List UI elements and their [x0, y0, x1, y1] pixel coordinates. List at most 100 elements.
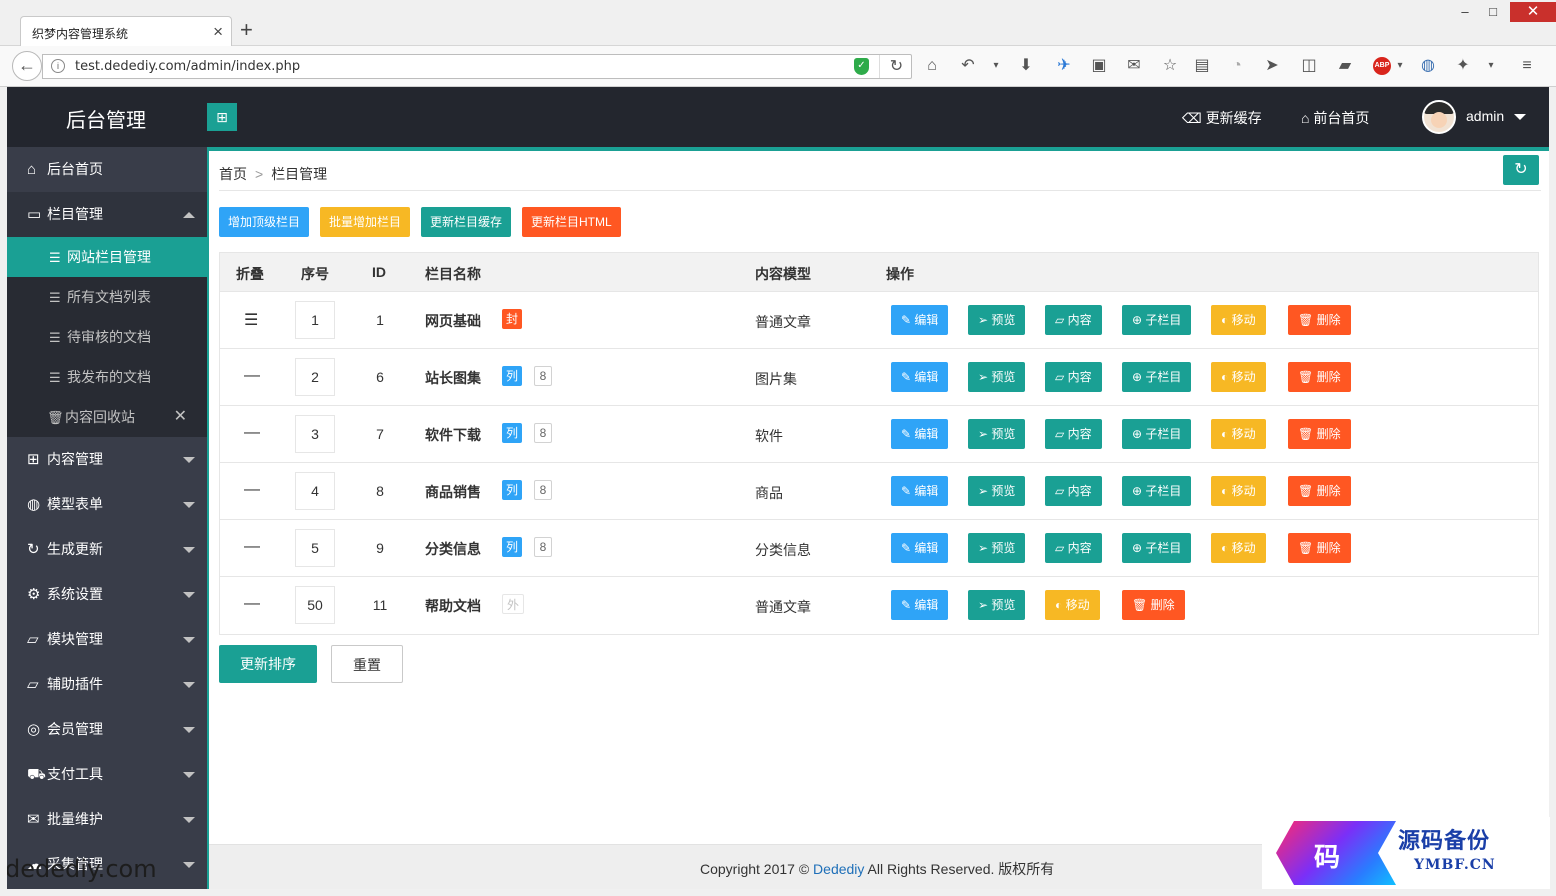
column-name[interactable]: 帮助文档	[425, 596, 481, 616]
extension-icon[interactable]: ✦	[1453, 56, 1473, 76]
move-button[interactable]: ◐ 移动	[1211, 476, 1266, 506]
add-child-button[interactable]: ⊕ 子栏目	[1122, 476, 1192, 506]
mail-icon[interactable]: ✉	[1124, 56, 1144, 76]
add-child-button[interactable]: ⊕ 子栏目	[1122, 533, 1192, 563]
chevron-down-icon[interactable]	[1514, 114, 1526, 120]
update-column-cache-button[interactable]: 更新栏目缓存	[421, 207, 512, 237]
footer-brand-link[interactable]: Dedediy	[813, 861, 864, 877]
column-name[interactable]: 分类信息	[425, 539, 481, 559]
close-icon[interactable]: ✕	[174, 397, 187, 437]
sidebar-item-modules[interactable]: ▱ 模块管理	[7, 617, 207, 662]
edit-button[interactable]: ✎ 编辑	[891, 362, 949, 392]
dropdown-icon[interactable]: ▾	[1390, 56, 1410, 76]
order-input[interactable]: 1	[295, 301, 335, 339]
sidebar-item-column[interactable]: ▭ 栏目管理	[7, 192, 207, 237]
delete-button[interactable]: 🗑 删除	[1122, 590, 1185, 620]
tab-close-icon[interactable]: ×	[213, 22, 223, 42]
home-icon[interactable]: ⌂	[922, 56, 942, 76]
delete-button[interactable]: 🗑 删除	[1288, 362, 1351, 392]
folder-icon[interactable]: ▰	[1335, 56, 1355, 76]
content-button[interactable]: ▱ 内容	[1045, 476, 1102, 506]
bookmarks-icon[interactable]: ▤	[1192, 56, 1212, 76]
minimize-button[interactable]: –	[1450, 2, 1480, 22]
sidebar-item-plugins[interactable]: ▱ 辅助插件	[7, 662, 207, 707]
reader-icon[interactable]: ▣	[1089, 56, 1109, 76]
column-name[interactable]: 商品销售	[425, 482, 481, 502]
edit-button[interactable]: ✎ 编辑	[891, 590, 949, 620]
preview-button[interactable]: ➢ 预览	[968, 476, 1026, 506]
dropdown-icon[interactable]: ▾	[986, 56, 1006, 76]
move-button[interactable]: ◐ 移动	[1045, 590, 1100, 620]
move-button[interactable]: ◐ 移动	[1211, 533, 1266, 563]
bookmark-star-icon[interactable]: ☆	[1160, 56, 1180, 76]
new-tab-icon[interactable]: +	[240, 18, 253, 42]
move-button[interactable]: ◐ 移动	[1211, 305, 1266, 335]
sidebar-item-settings[interactable]: ⚙ 系统设置	[7, 572, 207, 617]
avatar[interactable]	[1422, 100, 1456, 134]
sidebar-item-members[interactable]: ◎ 会员管理	[7, 707, 207, 752]
download-icon[interactable]: ⬇	[1016, 56, 1036, 76]
update-order-button[interactable]: 更新排序	[219, 645, 317, 683]
refresh-cache-link[interactable]: ⌫ 更新缓存	[1182, 108, 1262, 128]
sidebar-item-home[interactable]: ⌂ 后台首页	[7, 147, 207, 192]
column-name[interactable]: 软件下载	[425, 425, 481, 445]
delete-button[interactable]: 🗑 删除	[1288, 419, 1351, 449]
add-child-button[interactable]: ⊕ 子栏目	[1122, 362, 1192, 392]
fold-toggle-icon[interactable]: —	[244, 538, 260, 556]
order-input[interactable]: 5	[295, 529, 335, 567]
maximize-button[interactable]: □	[1478, 2, 1508, 22]
preview-button[interactable]: ➢ 预览	[968, 533, 1026, 563]
delete-button[interactable]: 🗑 删除	[1288, 305, 1351, 335]
edit-button[interactable]: ✎ 编辑	[891, 533, 949, 563]
content-button[interactable]: ▱ 内容	[1045, 419, 1102, 449]
add-child-button[interactable]: ⊕ 子栏目	[1122, 305, 1192, 335]
fold-toggle-icon[interactable]: —	[244, 595, 260, 613]
site-info-icon[interactable]: i	[51, 59, 65, 73]
preview-button[interactable]: ➢ 预览	[968, 305, 1026, 335]
rss-icon[interactable]: ◔	[1227, 56, 1247, 76]
order-input[interactable]: 4	[295, 472, 335, 510]
content-button[interactable]: ▱ 内容	[1045, 305, 1102, 335]
sidebar-item-content[interactable]: ⊞ 内容管理	[7, 437, 207, 482]
column-name[interactable]: 站长图集	[425, 368, 481, 388]
sidebar-item-model-form[interactable]: ◍ 模型表单	[7, 482, 207, 527]
move-button[interactable]: ◐ 移动	[1211, 362, 1266, 392]
undo-icon[interactable]: ↶	[958, 56, 978, 76]
edit-button[interactable]: ✎ 编辑	[891, 305, 949, 335]
sidebar-sub-item-site-columns[interactable]: ☰ 网站栏目管理	[7, 237, 207, 277]
edit-button[interactable]: ✎ 编辑	[891, 419, 949, 449]
refresh-button[interactable]: ↻	[1503, 155, 1539, 185]
bird-icon[interactable]: ✈	[1054, 56, 1074, 76]
sidebar-sub-item-pending-docs[interactable]: ☰ 待审核的文档	[7, 317, 207, 357]
sidebar-item-payment[interactable]: ⛟支付工具	[7, 752, 207, 797]
preview-button[interactable]: ➢ 预览	[968, 590, 1026, 620]
preview-button[interactable]: ➢ 预览	[968, 362, 1026, 392]
move-button[interactable]: ◐ 移动	[1211, 419, 1266, 449]
back-button[interactable]: ←	[12, 51, 42, 81]
reset-button[interactable]: 重置	[331, 645, 403, 683]
fold-toggle-icon[interactable]: ☰	[244, 310, 258, 330]
content-button[interactable]: ▱ 内容	[1045, 533, 1102, 563]
send-icon[interactable]: ➤	[1262, 56, 1282, 76]
batch-add-column-button[interactable]: 批量增加栏目	[320, 207, 411, 237]
preview-button[interactable]: ➢ 预览	[968, 419, 1026, 449]
reload-icon[interactable]: ↻	[879, 55, 913, 78]
url-bar[interactable]: i test.dedediy.com/admin/index.php ✓ ↻	[42, 54, 912, 79]
close-window-button[interactable]: ✕	[1510, 2, 1556, 22]
order-input[interactable]: 3	[295, 415, 335, 453]
add-top-column-button[interactable]: 增加顶级栏目	[219, 207, 310, 237]
globe-icon[interactable]: ◍	[1418, 56, 1438, 76]
edit-button[interactable]: ✎ 编辑	[891, 476, 949, 506]
sidebar-sub-item-recycle[interactable]: 🗑内容回收站 ✕	[7, 397, 207, 437]
sidebar-sub-item-all-docs[interactable]: ☰ 所有文档列表	[7, 277, 207, 317]
sidebar-sub-item-my-docs[interactable]: ☰ 我发布的文档	[7, 357, 207, 397]
content-button[interactable]: ▱ 内容	[1045, 362, 1102, 392]
sidebar-toggle-icon[interactable]: ◫	[1299, 56, 1319, 76]
fold-toggle-icon[interactable]: —	[244, 481, 260, 499]
menu-icon[interactable]: ≡	[1517, 56, 1537, 76]
shield-icon[interactable]: ✓	[854, 58, 869, 75]
update-column-html-button[interactable]: 更新栏目HTML	[522, 207, 621, 237]
sidebar-item-generate[interactable]: ↻ 生成更新	[7, 527, 207, 572]
breadcrumb-home[interactable]: 首页	[219, 166, 247, 182]
order-input[interactable]: 2	[295, 358, 335, 396]
